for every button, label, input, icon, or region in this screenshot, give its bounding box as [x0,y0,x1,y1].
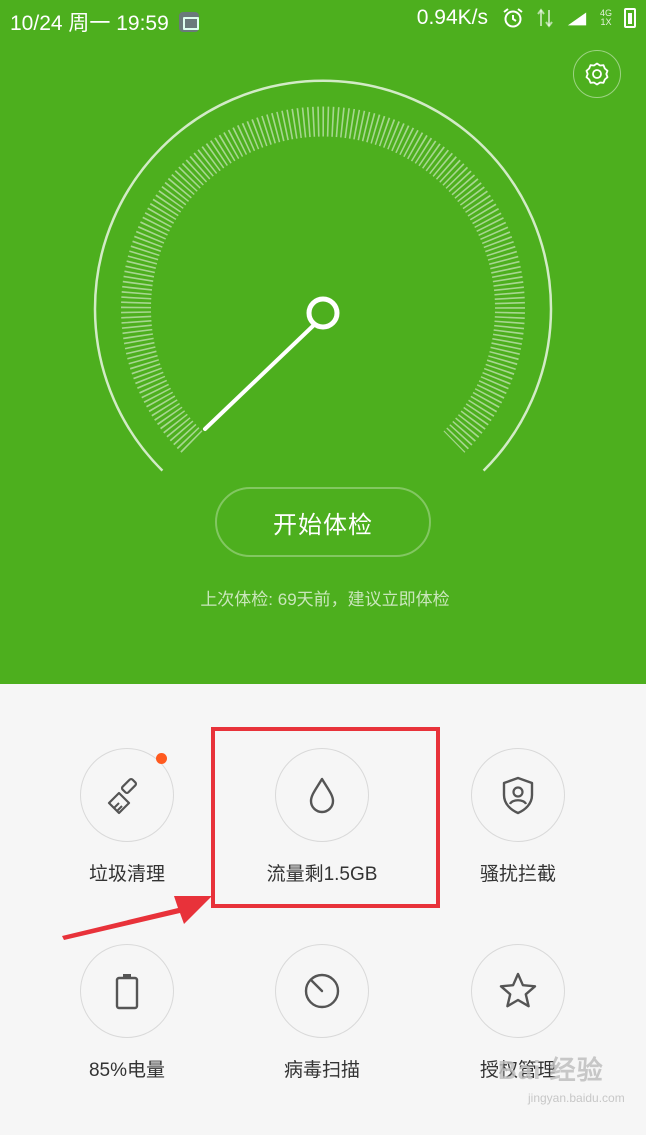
tool-cleanup[interactable]: 垃圾清理 [27,748,227,886]
highlight-annotation-box [211,727,440,908]
tool-battery[interactable]: 85%电量 [27,944,227,1082]
gauge-pivot [306,296,340,330]
watermark: Bai 经验 jingyan.baidu.com [498,1050,648,1130]
health-gauge [93,79,553,472]
gauge-needle [203,322,317,431]
tool-spam-block-circle[interactable] [471,748,565,842]
shield-user-icon [502,776,534,815]
annotation-arrow [62,896,212,940]
battery-icon [115,974,139,1010]
tool-cleanup-label: 垃圾清理 [88,864,165,885]
gauge-outer-arc [93,79,553,472]
watermark-url: jingyan.baidu.com [528,1091,625,1105]
broom-icon [107,777,138,815]
scan-icon [304,973,340,1009]
tool-battery-circle[interactable] [80,944,174,1038]
gauge-tick-ring [121,106,525,453]
notification-badge [156,753,167,764]
tool-spam-block-label: 骚扰拦截 [479,864,556,885]
watermark-logo: Bai 经验 [498,1055,604,1085]
tool-virus-scan-label: 病毒扫描 [283,1060,360,1081]
header-panel: 10/24 周一 19:59 0.94K/s 4G 1X 开始体检 上次体检: … [0,0,650,684]
start-checkup-button[interactable]: 开始体检 [215,487,431,557]
tool-permissions-circle[interactable] [471,944,565,1038]
tool-spam-block[interactable]: 骚扰拦截 [418,748,618,886]
star-icon [499,972,537,1008]
last-check-text: 上次体检: 69天前，建议立即体检 [200,590,450,609]
tool-cleanup-circle[interactable] [80,748,174,842]
tool-virus-scan[interactable]: 病毒扫描 [222,944,422,1082]
screen-edge [646,0,650,1135]
tool-battery-label: 85%电量 [88,1060,166,1081]
tool-virus-scan-circle[interactable] [275,944,369,1038]
